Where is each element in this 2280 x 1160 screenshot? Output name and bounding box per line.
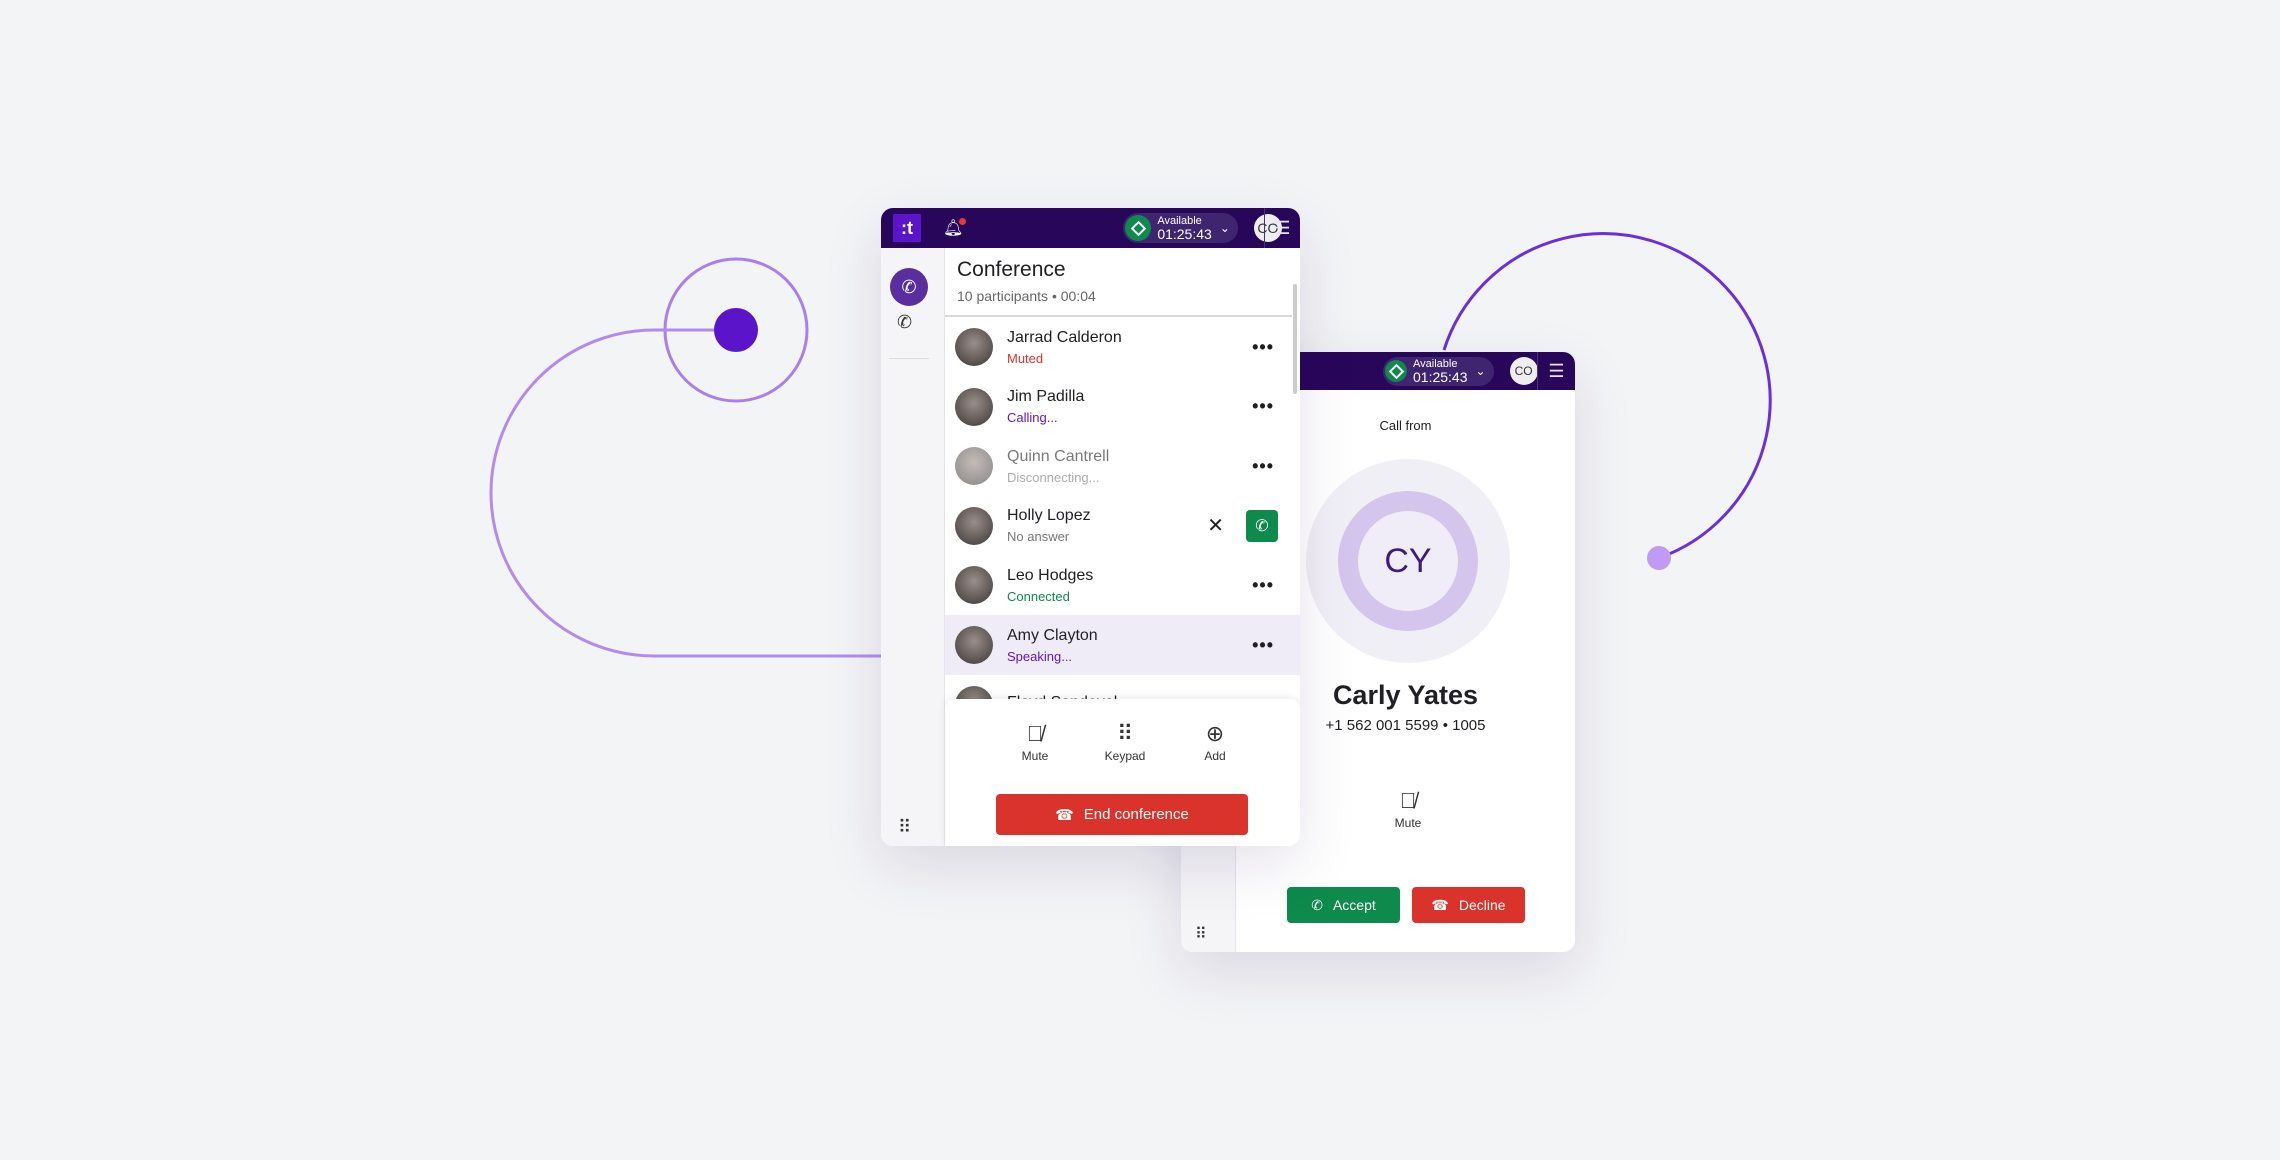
- hang-up-icon: ☎: [1055, 806, 1074, 824]
- status-label: Available: [1413, 357, 1458, 370]
- mic-off-icon: 🎙̸: [1026, 721, 1044, 746]
- participant-row[interactable]: Holly Lopez No answer ✕ ✆: [945, 496, 1300, 556]
- participant-name: Leo Hodges: [1007, 566, 1094, 584]
- more-options-icon[interactable]: •••: [1252, 575, 1274, 596]
- panel-toggle-icon[interactable]: ☰: [1537, 352, 1575, 390]
- apps-grid-icon[interactable]: ⠿: [1195, 924, 1207, 944]
- participant-row[interactable]: Leo Hodges Connected •••: [945, 555, 1300, 615]
- conference-call-icon[interactable]: ✆: [890, 268, 928, 306]
- participant-status: No answer: [1007, 529, 1070, 545]
- keypad-button[interactable]: ⠿ Keypad: [1095, 721, 1155, 763]
- notification-bell-icon[interactable]: 🔔︎: [943, 218, 967, 238]
- more-options-icon[interactable]: •••: [1252, 396, 1274, 417]
- participant-name: Amy Clayton: [1007, 626, 1098, 644]
- page-title: Conference: [957, 258, 1066, 281]
- mute-button[interactable]: 🎙̸ Mute: [1005, 721, 1065, 763]
- participant-name: Jim Padilla: [1007, 388, 1085, 406]
- hang-up-icon: ☎: [1431, 896, 1449, 913]
- participant-status: Speaking...: [1007, 648, 1073, 664]
- close-icon[interactable]: ✕: [1207, 513, 1224, 538]
- call-settings-icon[interactable]: ✆: [897, 312, 912, 333]
- participant-status: Connected: [1007, 588, 1070, 604]
- conference-subtitle: 10 participants • 00:04: [957, 288, 1096, 304]
- participant-avatar: [955, 566, 993, 605]
- availability-status[interactable]: Available 01:25:43 ⌄: [1123, 213, 1238, 243]
- participant-avatar: [955, 506, 993, 545]
- logo: :t: [893, 214, 921, 242]
- available-icon: [1385, 360, 1407, 382]
- decline-label: Decline: [1458, 897, 1506, 913]
- phone-icon: ✆: [1311, 896, 1323, 913]
- availability-status[interactable]: Available 01:25:43 ⌄: [1383, 356, 1494, 386]
- participant-avatar: [955, 328, 993, 366]
- keypad-icon: ⠿: [1116, 721, 1134, 746]
- sidebar: ✆ ✆ ⠿: [881, 248, 945, 846]
- status-time: 01:25:43: [1157, 225, 1212, 242]
- end-conference-label: End conference: [1083, 806, 1189, 823]
- sidebar-divider: [889, 358, 929, 359]
- call-controls: 🎙̸ Mute ⠿ Keypad ⊕ Add ☎ End conference: [945, 699, 1300, 846]
- accept-button[interactable]: ✆ Accept: [1287, 887, 1400, 923]
- participant-name: Jarrad Calderon: [1007, 328, 1122, 346]
- keypad-label: Keypad: [1104, 749, 1146, 763]
- participant-row[interactable]: Jim Padilla Calling... •••: [945, 377, 1300, 437]
- participant-status: Calling...: [1007, 410, 1058, 426]
- participant-row[interactable]: Quinn Cantrell Disconnecting... •••: [945, 436, 1300, 496]
- apps-grid-icon[interactable]: ⠿: [898, 817, 911, 838]
- chevron-down-icon: ⌄: [1219, 221, 1230, 235]
- add-label: Add: [1204, 749, 1226, 763]
- more-options-icon[interactable]: •••: [1252, 635, 1274, 656]
- avatar[interactable]: CO: [1509, 357, 1538, 385]
- add-circle-icon: ⊕: [1205, 721, 1225, 746]
- more-options-icon[interactable]: •••: [1252, 456, 1274, 477]
- participant-avatar: [955, 626, 993, 664]
- caller-initials: CY: [1358, 511, 1458, 611]
- add-button[interactable]: ⊕ Add: [1185, 721, 1245, 763]
- participant-row[interactable]: Jarrad Calderon Muted •••: [945, 317, 1300, 377]
- more-options-icon[interactable]: •••: [1252, 337, 1274, 358]
- status-time: 01:25:43: [1413, 368, 1468, 385]
- participant-row[interactable]: Amy Clayton Speaking... •••: [945, 615, 1300, 675]
- participant-name: Holly Lopez: [1007, 507, 1091, 525]
- accept-label: Accept: [1332, 897, 1376, 913]
- participant-avatar: [955, 447, 993, 486]
- decline-button[interactable]: ☎ Decline: [1412, 887, 1525, 923]
- end-conference-button[interactable]: ☎ End conference: [996, 794, 1248, 835]
- mute-label: Mute: [1021, 749, 1049, 763]
- conference-panel: :t 🔔︎ Available 01:25:43 ⌄ CO ☰ ✆ ✆ ⠿ Con…: [881, 208, 1300, 846]
- app-header: :t 🔔︎ Available 01:25:43 ⌄ CO ☰: [881, 208, 1300, 248]
- available-icon: [1125, 215, 1152, 241]
- participant-avatar: [955, 387, 993, 426]
- panel-toggle-icon[interactable]: ☰: [1264, 208, 1300, 248]
- call-back-button[interactable]: ✆: [1246, 509, 1278, 542]
- participant-status: Muted: [1007, 350, 1044, 366]
- caller-avatar: CY: [1306, 459, 1510, 663]
- mute-label: Mute: [1394, 816, 1422, 830]
- participant-name: Quinn Cantrell: [1007, 447, 1110, 465]
- status-label: Available: [1157, 214, 1202, 227]
- chevron-down-icon: ⌄: [1475, 364, 1486, 378]
- mic-off-icon: 🎙̸: [1399, 788, 1417, 813]
- incoming-mute-button[interactable]: 🎙̸ Mute: [1378, 788, 1438, 830]
- participant-status: Disconnecting...: [1007, 469, 1100, 485]
